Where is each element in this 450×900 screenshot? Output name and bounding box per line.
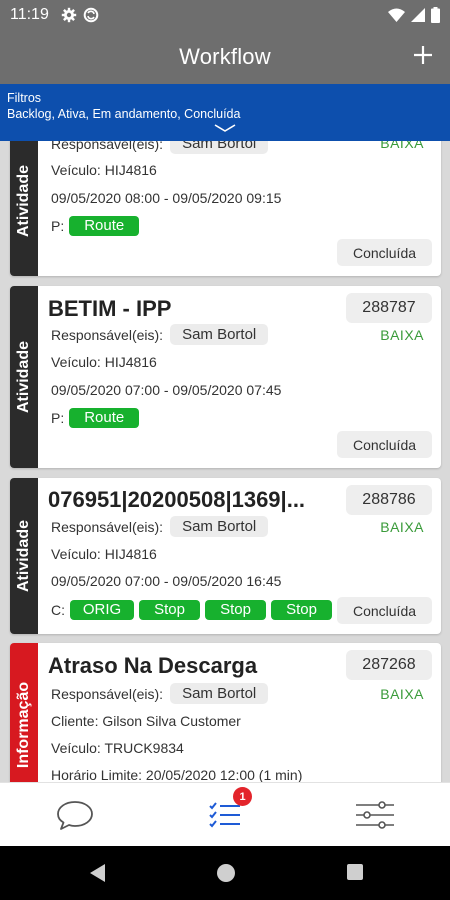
responsible-row: Responsável(eis): Sam Bortol: [51, 516, 269, 537]
filters-label: Filtros: [7, 91, 42, 105]
priority-label: BAIXA: [380, 686, 424, 702]
tags-row: C: ORIG Stop Stop Stop: [51, 600, 332, 620]
nav-chat[interactable]: [40, 783, 110, 847]
responsible-label: Responsável(eis):: [51, 685, 164, 702]
add-icon: [414, 46, 432, 64]
status-time: 11:19: [10, 6, 49, 23]
task-list-icon: [209, 802, 240, 828]
time-range-text: 09/05/2020 07:00 - 09/05/2020 16:45: [51, 573, 282, 589]
vehicle-text: Veículo: HIJ4816: [51, 354, 157, 370]
tags-prefix: P:: [51, 218, 65, 234]
card-title: Atraso Na Descarga: [48, 653, 258, 678]
responsible-chip: Sam Bortol: [170, 516, 269, 537]
wifi-icon: [388, 8, 405, 22]
add-button[interactable]: [412, 40, 434, 70]
card-type-label: Informação: [15, 681, 32, 769]
tag-orig: ORIG: [70, 600, 134, 620]
workflow-list[interactable]: Atividade Responsável(eis): Sam Bortol B…: [0, 141, 450, 782]
card-number: 287268: [346, 650, 432, 680]
workflow-card[interactable]: Atividade 076951|20200508|1369|... 28878…: [10, 478, 441, 634]
nav-filters[interactable]: [340, 783, 410, 847]
chat-icon: [57, 801, 93, 830]
tag-stop: Stop: [271, 600, 332, 620]
card-number: 288787: [346, 293, 432, 323]
status-button[interactable]: Concluída: [337, 597, 432, 624]
card-type-strip: Atividade: [10, 478, 38, 634]
client-text: Cliente: Gilson Silva Customer: [51, 713, 241, 729]
responsible-row: Responsável(eis): Sam Bortol: [51, 683, 269, 704]
responsible-chip: Sam Bortol: [170, 324, 269, 345]
status-button[interactable]: Concluída: [337, 431, 432, 458]
status-button[interactable]: Concluída: [337, 239, 432, 266]
card-type-label: Atividade: [15, 340, 32, 414]
card-number: 288786: [346, 485, 432, 515]
chevron-down-icon[interactable]: [214, 124, 236, 133]
notification-badge: 1: [233, 787, 252, 806]
battery-icon: [431, 7, 440, 23]
priority-label: BAIXA: [380, 519, 424, 535]
bottom-navigation: 1: [0, 782, 450, 846]
tag-stop: Stop: [205, 600, 266, 620]
card-title: BETIM - IPP: [48, 296, 172, 321]
card-type-label: Atividade: [15, 164, 32, 237]
app-bar: Workflow: [0, 30, 450, 84]
filter-sliders-icon: [356, 801, 394, 829]
sync-icon: [83, 7, 99, 23]
card-type-strip: Informação: [10, 643, 38, 782]
tags-row: P: Route: [51, 408, 140, 428]
responsible-label: Responsável(eis):: [51, 518, 164, 535]
workflow-card[interactable]: Atividade Responsável(eis): Sam Bortol B…: [10, 141, 441, 276]
page-title: Workflow: [179, 44, 271, 69]
workflow-card[interactable]: Informação Atraso Na Descarga 287268 Res…: [10, 643, 441, 782]
tags-prefix: P:: [51, 410, 65, 426]
tag-route: Route: [69, 408, 140, 428]
vehicle-text: Veículo: HIJ4816: [51, 546, 157, 562]
priority-label: BAIXA: [380, 141, 424, 151]
signal-icon: [411, 8, 425, 22]
vehicle-text: Veículo: HIJ4816: [51, 162, 157, 178]
workflow-card[interactable]: Atividade BETIM - IPP 288787 Responsável…: [10, 286, 441, 468]
status-bar: 11:19: [0, 0, 450, 30]
home-icon[interactable]: [216, 863, 236, 883]
recents-icon[interactable]: [346, 863, 364, 881]
filters-panel[interactable]: Filtros Backlog, Ativa, Em andamento, Co…: [0, 84, 450, 141]
responsible-row: Responsável(eis): Sam Bortol: [51, 141, 269, 154]
tag-route: Route: [69, 216, 140, 236]
card-type-label: Atividade: [15, 519, 32, 593]
settings-icon: [61, 7, 77, 23]
priority-label: BAIXA: [380, 327, 424, 343]
tags-prefix: C:: [51, 602, 65, 618]
system-navigation-bar: [0, 846, 450, 900]
deadline-text: Horário Limite: 20/05/2020 12:00 (1 min): [51, 767, 303, 782]
responsible-label: Responsável(eis):: [51, 141, 164, 152]
card-type-strip: Atividade: [10, 141, 38, 276]
tag-stop: Stop: [139, 600, 200, 620]
vehicle-text: Veículo: TRUCK9834: [51, 740, 184, 756]
card-type-strip: Atividade: [10, 286, 38, 468]
time-range-text: 09/05/2020 08:00 - 09/05/2020 09:15: [51, 190, 282, 206]
responsible-chip: Sam Bortol: [170, 141, 269, 154]
time-range-text: 09/05/2020 07:00 - 09/05/2020 07:45: [51, 382, 282, 398]
responsible-label: Responsável(eis):: [51, 326, 164, 343]
responsible-chip: Sam Bortol: [170, 683, 269, 704]
filters-value: Backlog, Ativa, Em andamento, Concluída: [7, 107, 241, 121]
tags-row: P: Route: [51, 216, 140, 236]
card-title: 076951|20200508|1369|...: [48, 487, 306, 512]
back-icon[interactable]: [88, 863, 106, 883]
responsible-row: Responsável(eis): Sam Bortol: [51, 324, 269, 345]
